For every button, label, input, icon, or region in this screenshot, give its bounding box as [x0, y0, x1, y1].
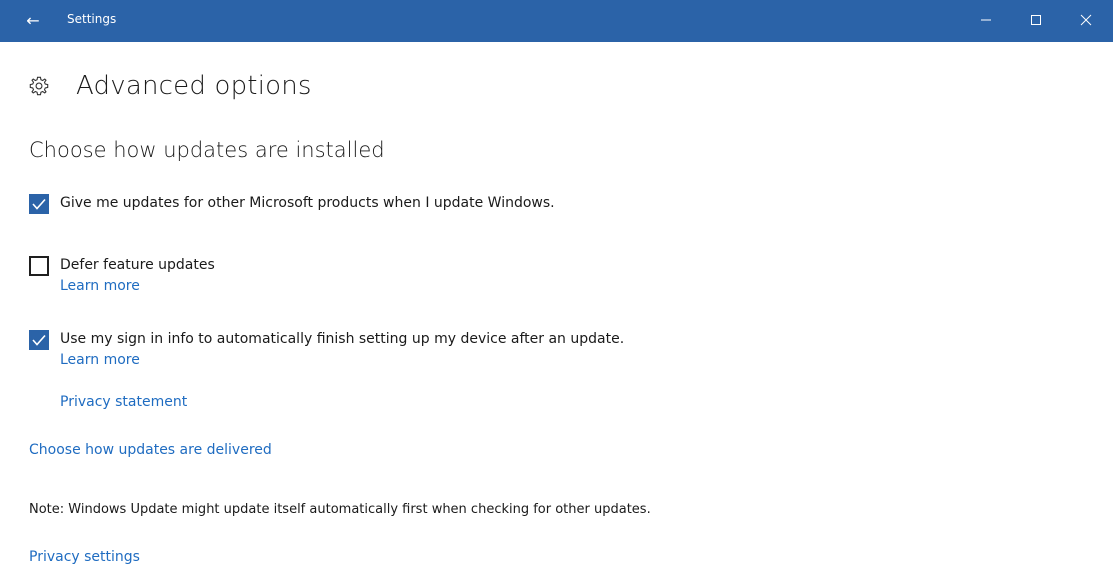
gear-icon — [29, 76, 49, 96]
other-products-label: Give me updates for other Microsoft prod… — [60, 195, 555, 211]
checkmark-icon — [32, 334, 46, 346]
section-title: Choose how updates are installed — [29, 138, 385, 162]
sign-in-info-checkbox[interactable] — [29, 330, 49, 350]
window-title: Settings — [67, 12, 117, 26]
page-header: Advanced options — [28, 66, 312, 106]
privacy-settings-link[interactable]: Privacy settings — [29, 549, 140, 565]
close-icon — [1080, 14, 1092, 26]
title-bar: ← Settings — [0, 0, 1113, 42]
defer-feature-updates-label: Defer feature updates — [60, 257, 215, 273]
checkmark-icon — [32, 198, 46, 210]
sign-in-info-label: Use my sign in info to automatically fin… — [60, 331, 625, 347]
sign-in-learn-more-link[interactable]: Learn more — [60, 352, 140, 368]
choose-delivery-link[interactable]: Choose how updates are delivered — [29, 442, 272, 458]
maximize-button[interactable] — [1016, 4, 1056, 36]
other-products-checkbox[interactable] — [29, 194, 49, 214]
option-defer-feature-updates: Defer feature updates Learn more — [29, 256, 429, 300]
update-note-text: Note: Windows Update might update itself… — [29, 502, 651, 517]
maximize-icon — [1031, 15, 1041, 25]
privacy-statement-link[interactable]: Privacy statement — [60, 394, 187, 410]
back-arrow-icon: ← — [26, 10, 40, 30]
option-other-microsoft-products: Give me updates for other Microsoft prod… — [29, 194, 729, 216]
option-sign-in-info: Use my sign in info to automatically fin… — [29, 330, 789, 416]
page-title: Advanced options — [76, 71, 312, 101]
defer-feature-updates-checkbox[interactable] — [29, 256, 49, 276]
minimize-icon — [981, 19, 991, 21]
minimize-button[interactable] — [966, 4, 1006, 36]
close-button[interactable] — [1066, 4, 1106, 36]
back-button[interactable]: ← — [16, 4, 50, 36]
defer-learn-more-link[interactable]: Learn more — [60, 278, 140, 294]
